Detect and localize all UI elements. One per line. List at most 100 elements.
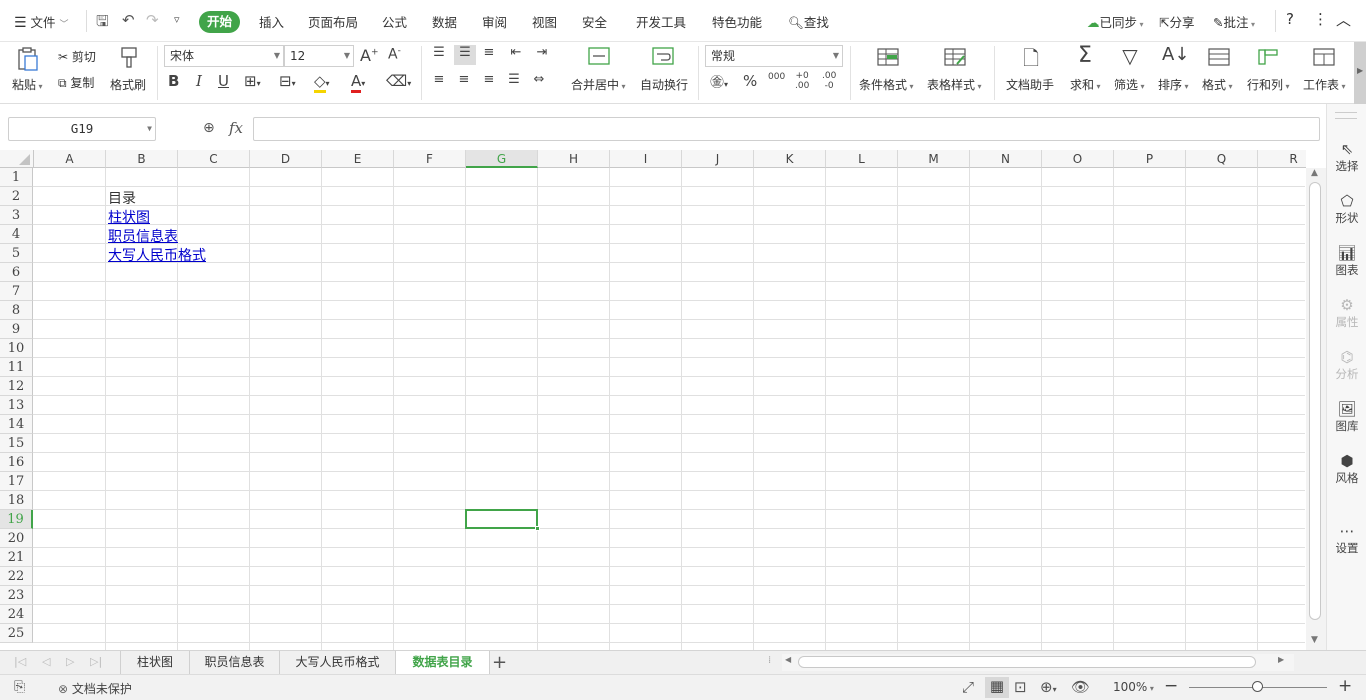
scroll-right-icon[interactable]: ▶ — [1278, 655, 1284, 664]
zoom-level[interactable]: 100% ▾ — [1113, 680, 1154, 694]
row-header[interactable]: 7 — [0, 282, 33, 301]
filter-icon[interactable]: ▽ — [1118, 44, 1142, 68]
panel-item-cursor[interactable]: ⇖ 选择 — [1327, 140, 1366, 174]
decrease-font-icon[interactable]: A- — [388, 46, 401, 63]
comment-button[interactable]: ✎批注 ▾ — [1213, 12, 1255, 31]
add-sheet-icon[interactable]: + — [492, 652, 507, 673]
sheet-tab-staff-info[interactable]: 职员信息表 — [190, 651, 280, 675]
row-col-button[interactable]: 行和列 ▾ — [1247, 76, 1290, 93]
row-header[interactable]: 10 — [0, 339, 33, 358]
sheet-tab-rmb-format[interactable]: 大写人民币格式 — [280, 651, 396, 675]
percent-icon[interactable]: % — [743, 72, 757, 90]
tab-developer[interactable]: 开发工具 — [636, 12, 686, 31]
cell-b5-link[interactable]: 大写人民币格式 — [108, 245, 206, 265]
format-painter-button[interactable]: 格式刷 — [110, 76, 146, 93]
sync-status[interactable]: ☁已同步 ▾ — [1087, 12, 1144, 31]
fill-pattern-icon[interactable]: ⊟▾ — [279, 72, 296, 90]
doc-helper-button[interactable]: 文档助手 — [1006, 76, 1054, 93]
column-header[interactable]: J — [682, 150, 754, 168]
column-header[interactable]: E — [322, 150, 394, 168]
currency-icon[interactable]: ㊎▾ — [710, 72, 728, 92]
column-header[interactable]: F — [394, 150, 466, 168]
row-header[interactable]: 4 — [0, 225, 33, 244]
column-header[interactable]: D — [250, 150, 322, 168]
row-header[interactable]: 15 — [0, 434, 33, 453]
reading-view-icon[interactable]: ⊕▾ — [1040, 678, 1057, 696]
zoom-formula-icon[interactable]: ⊕ — [203, 120, 215, 136]
macro-icon[interactable]: ⎘ — [14, 679, 25, 695]
row-header[interactable]: 1 — [0, 168, 33, 187]
row-header[interactable]: 17 — [0, 472, 33, 491]
font-size-select[interactable]: 12 ▼ — [284, 45, 354, 67]
row-header[interactable]: 25 — [0, 624, 33, 643]
scroll-down-icon[interactable]: ▼ — [1311, 635, 1318, 645]
column-header[interactable]: L — [826, 150, 898, 168]
row-header[interactable]: 18 — [0, 491, 33, 510]
format-icon[interactable] — [1207, 46, 1231, 72]
formula-input[interactable] — [253, 117, 1320, 141]
increase-indent-icon[interactable]: ⇥ — [533, 45, 551, 60]
customize-icon[interactable]: ▿ — [174, 13, 180, 26]
column-header[interactable]: C — [178, 150, 250, 168]
next-sheet-icon[interactable]: ▷ — [66, 655, 74, 668]
row-header[interactable]: 13 — [0, 396, 33, 415]
row-header[interactable]: 9 — [0, 320, 33, 339]
panel-item-shape[interactable]: ⬠ 形状 — [1327, 192, 1366, 226]
h-scroll-thumb[interactable] — [798, 656, 1256, 668]
redo-icon[interactable]: ↷ — [146, 11, 159, 29]
font-color-icon[interactable]: A▾ — [351, 72, 365, 93]
column-header[interactable]: B — [106, 150, 178, 168]
format-painter-icon[interactable] — [118, 46, 140, 70]
row-header[interactable]: 22 — [0, 567, 33, 586]
align-left-icon[interactable]: ≡ — [430, 72, 448, 87]
bold-icon[interactable]: B — [168, 72, 179, 90]
horizontal-scrollbar[interactable]: ◀ ▶ — [782, 654, 1294, 671]
paste-button[interactable]: 粘贴 ▾ — [12, 76, 43, 93]
scroll-left-icon[interactable]: ◀ — [785, 655, 791, 664]
help-icon[interactable]: ? — [1286, 10, 1294, 28]
panel-item-chart[interactable]: 📊︎ 图表 — [1327, 244, 1366, 278]
spreadsheet-grid[interactable]: ABCDEFGHIJKLMNOPQR 1 2 3 4 5 6 7 8 9 10 11 12 13 14 15… — [0, 150, 1306, 650]
column-header[interactable]: N — [970, 150, 1042, 168]
align-bottom-icon[interactable]: ≡ — [480, 45, 498, 60]
table-style-button[interactable]: 表格样式 ▾ — [927, 76, 982, 93]
sheet-tab-directory[interactable]: 数据表目录 — [396, 651, 490, 675]
cell-b3-link[interactable]: 柱状图 — [108, 207, 150, 227]
worksheet-icon[interactable] — [1312, 46, 1336, 72]
wrap-text-button[interactable]: 自动换行 — [640, 76, 688, 93]
first-sheet-icon[interactable]: |◁ — [14, 655, 26, 668]
tab-security[interactable]: 安全 — [582, 12, 607, 31]
filter-button[interactable]: 筛选 ▾ — [1114, 76, 1145, 93]
zoom-in-icon[interactable]: + — [1338, 676, 1352, 696]
tab-view[interactable]: 视图 — [532, 12, 557, 31]
zoom-slider-thumb[interactable] — [1252, 681, 1263, 692]
last-sheet-icon[interactable]: ▷| — [90, 655, 102, 668]
clear-icon[interactable]: ⌫▾ — [386, 72, 411, 90]
column-header[interactable]: P — [1114, 150, 1186, 168]
row-header[interactable]: 23 — [0, 586, 33, 605]
more-icon[interactable]: ⋮ — [1313, 10, 1328, 28]
font-name-select[interactable]: 宋体 ▼ — [164, 45, 284, 67]
increase-decimal-icon[interactable]: +0.00 — [795, 71, 809, 91]
select-all-corner[interactable] — [0, 150, 34, 168]
row-header[interactable]: 8 — [0, 301, 33, 320]
underline-icon[interactable]: U — [218, 72, 229, 90]
collapse-ribbon-icon[interactable]: ︿ — [1336, 9, 1351, 30]
column-header[interactable]: M — [898, 150, 970, 168]
column-header[interactable]: G — [466, 150, 538, 168]
thousands-icon[interactable]: 000 — [768, 72, 785, 82]
distribute-icon[interactable]: ⇔ — [530, 72, 548, 87]
number-format-select[interactable]: 常规 ▼ — [705, 45, 843, 67]
tab-review[interactable]: 审阅 — [482, 12, 507, 31]
row-header[interactable]: 14 — [0, 415, 33, 434]
sort-icon[interactable]: A↓ — [1162, 44, 1189, 65]
save-icon[interactable]: 🖫 — [96, 11, 109, 36]
column-header[interactable]: A — [34, 150, 106, 168]
panel-item-style[interactable]: ⬢ 风格 — [1327, 452, 1366, 486]
tab-data[interactable]: 数据 — [432, 12, 457, 31]
cell-b4-link[interactable]: 职员信息表 — [108, 226, 178, 246]
align-center-icon[interactable]: ≡ — [455, 72, 473, 87]
doc-helper-icon[interactable]: 🗋 — [1019, 44, 1043, 78]
eye-protection-icon[interactable]: 👁︎ — [1071, 678, 1090, 696]
ribbon-scroll-button[interactable]: ▶ — [1354, 42, 1366, 104]
